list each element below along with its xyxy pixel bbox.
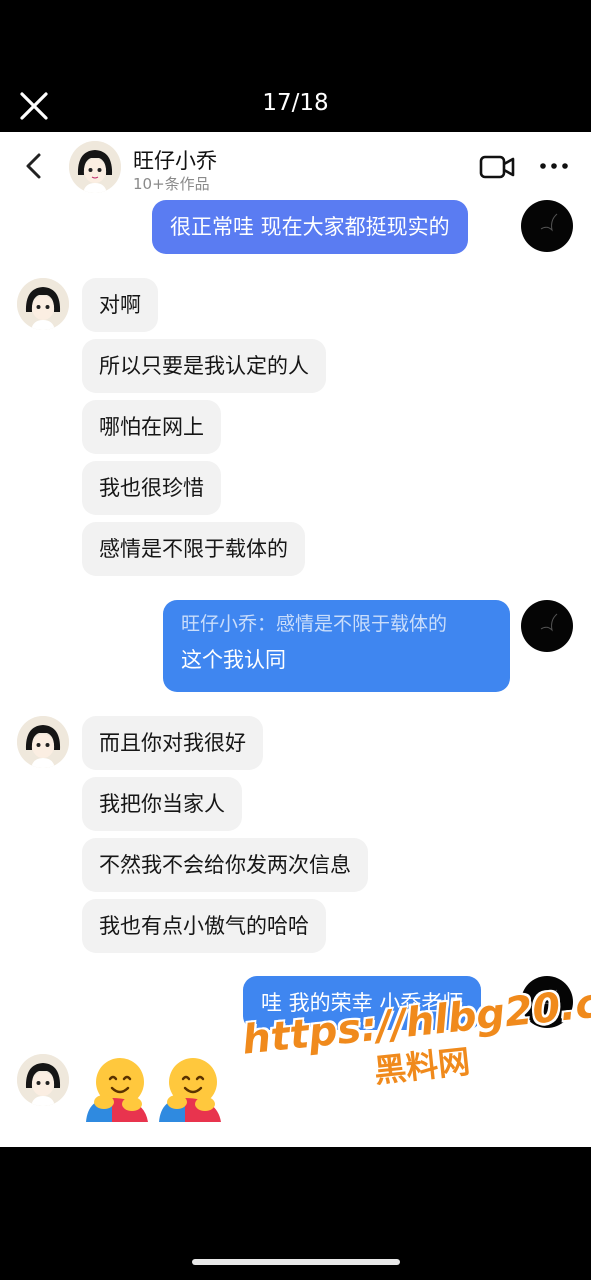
- contact-name: 旺仔小乔: [133, 149, 217, 173]
- contact-works-count: 10+条作品: [133, 175, 210, 193]
- image-viewer-top-bar: 17/18: [0, 0, 591, 132]
- contact-avatar[interactable]: [17, 278, 69, 330]
- incoming-message[interactable]: 对啊: [82, 278, 158, 332]
- home-indicator[interactable]: [192, 1259, 400, 1265]
- incoming-message[interactable]: 哪怕在网上: [82, 400, 221, 454]
- self-avatar[interactable]: [521, 200, 573, 252]
- chat-screenshot: 旺仔小乔 10+条作品 很正常哇 现在大家都挺现实的 对啊 所以只要是我认定的人…: [0, 132, 591, 1147]
- quoted-text: 旺仔小乔：感情是不限于载体的: [181, 613, 448, 635]
- self-avatar[interactable]: [521, 600, 573, 652]
- chat-header: 旺仔小乔 10+条作品: [0, 132, 591, 202]
- incoming-message[interactable]: 而且你对我很好: [82, 716, 263, 770]
- more-icon: [540, 163, 568, 169]
- contact-avatar[interactable]: [69, 141, 121, 193]
- contact-avatar[interactable]: [17, 1054, 69, 1106]
- hugging-face-emoji[interactable]: [155, 1052, 227, 1124]
- video-call-icon: [479, 155, 515, 179]
- reply-text: 这个我认同: [181, 648, 286, 672]
- hugging-face-emoji[interactable]: [82, 1052, 154, 1124]
- incoming-message[interactable]: 感情是不限于载体的: [82, 522, 305, 576]
- video-call-button[interactable]: [478, 152, 516, 182]
- back-button[interactable]: [16, 148, 52, 184]
- outgoing-message[interactable]: 很正常哇 现在大家都挺现实的: [152, 200, 468, 254]
- incoming-message[interactable]: 所以只要是我认定的人: [82, 339, 326, 393]
- incoming-message[interactable]: 我也很珍惜: [82, 461, 221, 515]
- back-icon: [26, 153, 41, 179]
- incoming-message[interactable]: 我把你当家人: [82, 777, 242, 831]
- incoming-message[interactable]: 我也有点小傲气的哈哈: [82, 899, 326, 953]
- outgoing-quote-message[interactable]: 旺仔小乔：感情是不限于载体的 这个我认同: [163, 600, 510, 692]
- more-options-button[interactable]: [538, 150, 570, 182]
- image-counter: 17/18: [262, 90, 329, 116]
- contact-avatar[interactable]: [17, 716, 69, 768]
- incoming-message[interactable]: 不然我不会给你发两次信息: [82, 838, 368, 892]
